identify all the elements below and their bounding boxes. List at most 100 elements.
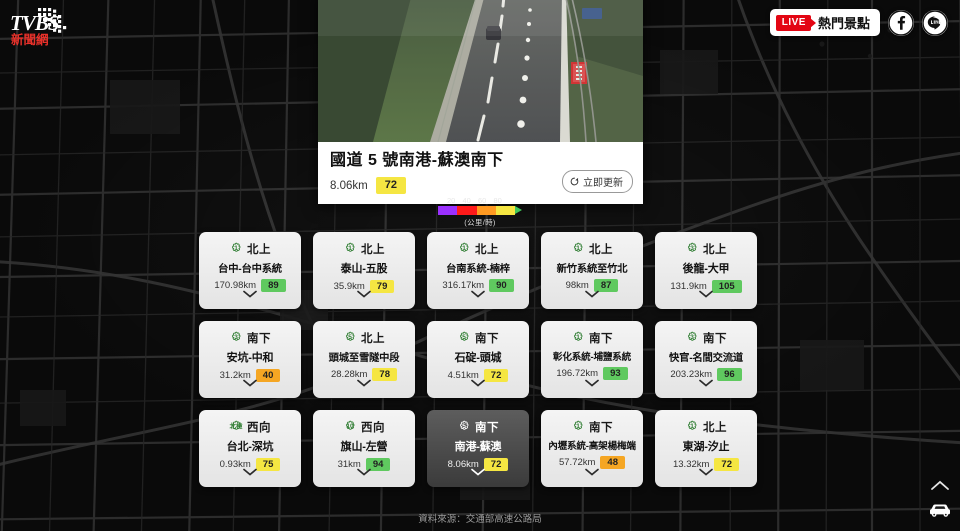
- route-speed-badge: 105: [711, 280, 742, 294]
- refresh-icon: [570, 178, 579, 186]
- route-card-header: 1 北上: [685, 419, 727, 435]
- legend-color-bar: [438, 206, 522, 215]
- route-speed-badge: 72: [483, 458, 509, 472]
- route-segment-name: 台南系統-楠梓: [446, 264, 510, 275]
- route-card[interactable]: 3 北上 後龍-大甲 131.9km 105: [655, 232, 757, 309]
- legend-segment: [438, 206, 458, 215]
- highway-number: 1: [576, 422, 580, 430]
- route-card[interactable]: 1 南下 內壢系統-高架楊梅端 57.72km 48: [541, 410, 643, 487]
- car-icon: [930, 504, 950, 517]
- expand-chevron-down-icon[interactable]: [699, 374, 714, 392]
- route-card[interactable]: 5 南下 石碇-頭城 4.51km 72: [427, 321, 529, 398]
- route-direction: 南下: [475, 333, 499, 345]
- scroll-to-top-button[interactable]: [930, 478, 950, 496]
- route-direction: 北上: [475, 244, 499, 256]
- facebook-share-button[interactable]: [888, 9, 914, 36]
- route-direction: 南下: [589, 422, 613, 434]
- route-card-header: 5 南下: [457, 330, 499, 346]
- highway-shield-icon: 3: [685, 242, 699, 256]
- traffic-mode-button[interactable]: [928, 502, 952, 525]
- route-speed-badge: 78: [372, 368, 397, 382]
- route-card[interactable]: 1 北上 台南系統-楠梓 316.17km 90: [427, 232, 529, 309]
- legend-unit: (公里/時): [464, 218, 496, 227]
- expand-chevron-down-icon[interactable]: [699, 285, 714, 303]
- route-card[interactable]: 北檢 西向 台北-深坑 0.93km 75: [199, 410, 301, 487]
- facebook-icon: [888, 9, 914, 36]
- legend-segment: [495, 206, 515, 215]
- highway-shield-icon: 5: [457, 420, 471, 434]
- route-card-grid: 1 北上 台中-台中系統 170.98km 89 1 北上 泰山-五股 35.9km 79 1 北上台…: [199, 232, 761, 487]
- route-card[interactable]: 10 西向 旗山-左營 31km 94: [313, 410, 415, 487]
- route-direction: 西向: [361, 422, 385, 434]
- expand-chevron-down-icon[interactable]: [243, 374, 258, 392]
- data-source-footer: 資料來源：交通部高速公路局: [418, 514, 542, 525]
- expand-chevron-down-icon[interactable]: [471, 285, 486, 303]
- expand-chevron-down-icon[interactable]: [471, 463, 486, 481]
- route-direction: 北上: [361, 333, 385, 345]
- route-segment-name: 台北-深坑: [226, 441, 274, 453]
- highway-shield-icon: 1: [571, 242, 585, 256]
- expand-chevron-down-icon[interactable]: [357, 285, 372, 303]
- route-card-header: 北檢 西向: [229, 419, 271, 435]
- expand-chevron-down-icon[interactable]: [357, 463, 372, 481]
- expand-chevron-down-icon[interactable]: [585, 374, 600, 392]
- chevron-up-icon: [931, 480, 949, 490]
- highway-shield-icon: 3: [229, 331, 243, 345]
- route-card-header: 1 南下: [571, 330, 613, 346]
- live-badge: LIVE: [775, 14, 811, 31]
- route-card[interactable]: 1 北上 東湖-汐止 13.32km 72: [655, 410, 757, 487]
- route-card[interactable]: 1 北上 台中-台中系統 170.98km 89: [199, 232, 301, 309]
- page-root: TVBS 新聞網 LIVE 熱門景點 國道 5 號南港-蘇澳南下 8.06km …: [0, 0, 960, 531]
- highway-number: 北檢: [229, 422, 243, 430]
- line-share-button[interactable]: [922, 9, 948, 36]
- route-segment-name: 內壢系統-高架楊梅端: [548, 441, 636, 452]
- route-card[interactable]: 3 南下 安坑-中和 31.2km 40: [199, 321, 301, 398]
- tvbs-logo[interactable]: TVBS 新聞網: [8, 6, 90, 48]
- floating-buttons: [928, 478, 952, 525]
- route-card[interactable]: 1 南下 彰化系統-埔鹽系統 196.72km 93: [541, 321, 643, 398]
- cctv-video-panel[interactable]: 國道 5 號南港-蘇澳南下 8.06km 72 立即更新: [318, 0, 643, 205]
- highway-shield-icon: 北檢: [229, 420, 243, 434]
- highway-number: 3: [234, 333, 238, 341]
- live-hotspot-button[interactable]: LIVE 熱門景點: [769, 9, 880, 36]
- route-card[interactable]: 5 北上 頭城至雪隧中段 28.28km 78: [313, 321, 415, 398]
- expand-chevron-down-icon[interactable]: [471, 374, 486, 392]
- route-card-header: 5 北上: [343, 330, 385, 346]
- route-card[interactable]: 1 北上 新竹系統至竹北 98km 87: [541, 232, 643, 309]
- highway-shield-icon: 1: [571, 331, 585, 345]
- legend-arrow: [515, 206, 522, 214]
- legend-tick: 60: [478, 196, 487, 205]
- route-speed-badge: 93: [603, 367, 628, 381]
- highway-shield-icon: 1: [457, 242, 471, 256]
- expand-chevron-down-icon[interactable]: [243, 285, 258, 303]
- route-speed-badge: 72: [714, 458, 739, 472]
- route-card[interactable]: 5 南下 南港-蘇澳 8.06km 72: [427, 410, 529, 487]
- highway-number: 5: [462, 422, 466, 430]
- route-direction: 南下: [475, 422, 499, 434]
- highway-shield-icon: 1: [685, 420, 699, 434]
- expand-chevron-down-icon[interactable]: [243, 463, 258, 481]
- highway-number: 1: [690, 422, 694, 430]
- route-direction: 北上: [703, 244, 727, 256]
- route-segment-name: 東湖-汐止: [682, 441, 730, 453]
- route-card-header: 3 南下: [229, 330, 271, 346]
- route-segment-name: 旗山-左營: [340, 441, 388, 453]
- route-card[interactable]: 3 南下 快官-名間交流道 203.23km 96: [655, 321, 757, 398]
- refresh-button[interactable]: 立即更新: [562, 170, 633, 194]
- expand-chevron-down-icon[interactable]: [585, 285, 600, 303]
- route-segment-name: 石碇-頭城: [454, 352, 502, 364]
- highway-shield-icon: 1: [343, 242, 357, 256]
- route-card-header: 5 南下: [457, 419, 499, 435]
- expand-chevron-down-icon[interactable]: [699, 463, 714, 481]
- expand-chevron-down-icon[interactable]: [357, 374, 372, 392]
- expand-chevron-down-icon[interactable]: [585, 463, 600, 481]
- refresh-label: 立即更新: [583, 178, 623, 190]
- route-segment-name: 頭城至雪隧中段: [328, 353, 400, 364]
- highway-shield-icon: 1: [229, 242, 243, 256]
- route-card[interactable]: 1 北上 泰山-五股 35.9km 79: [313, 232, 415, 309]
- cctv-video-frame[interactable]: [318, 0, 643, 142]
- route-speed-badge: 96: [717, 368, 742, 382]
- highway-number: 1: [576, 244, 580, 252]
- route-speed-badge: 40: [255, 369, 281, 383]
- route-card-header: 1 北上: [229, 241, 271, 257]
